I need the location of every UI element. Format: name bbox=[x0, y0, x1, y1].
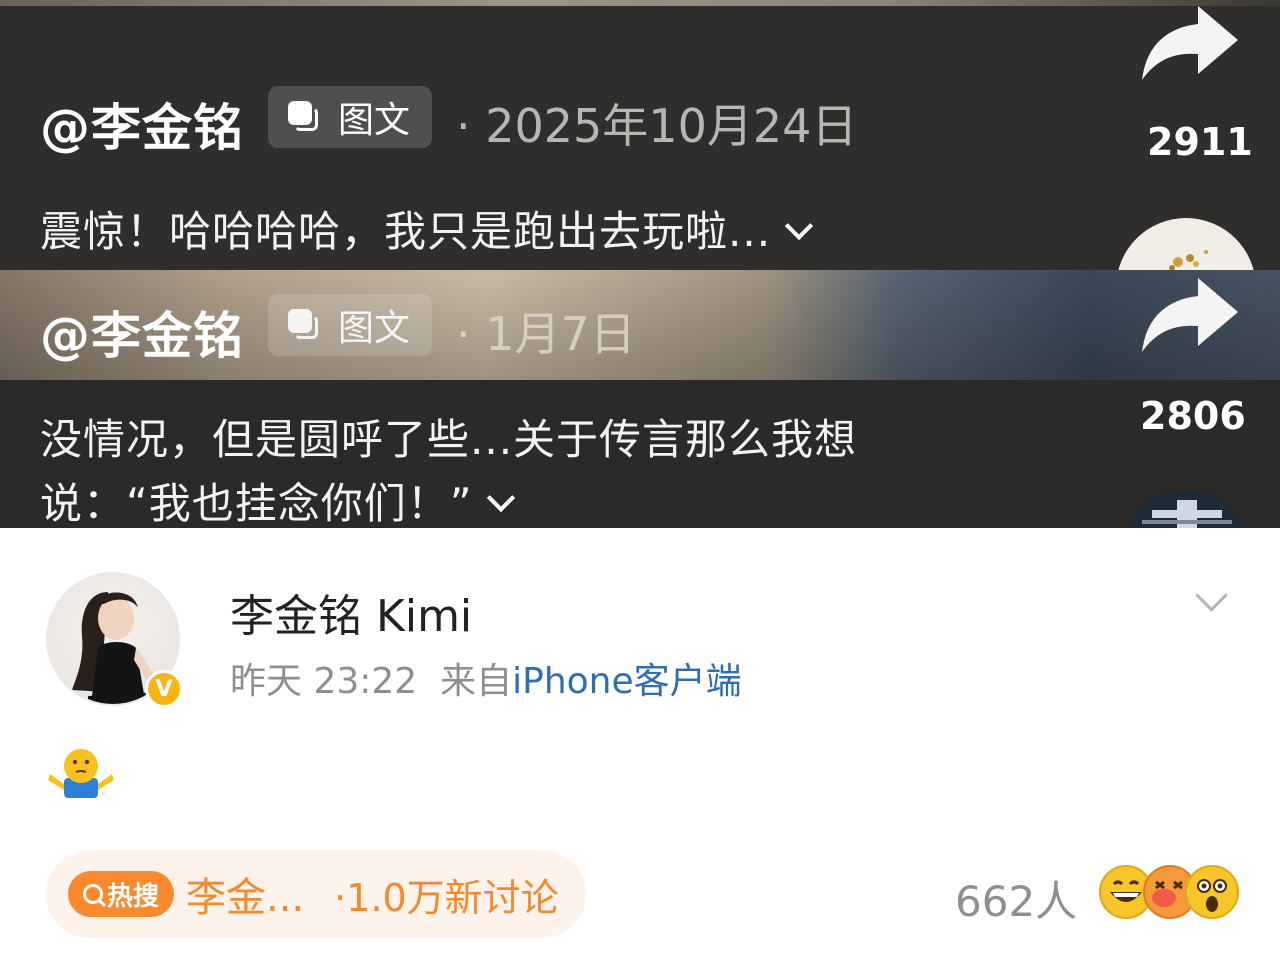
card2-caption-line2[interactable]: 说：“我也挂念你们！” bbox=[40, 470, 515, 528]
post-source-client: iPhone客户端 bbox=[512, 661, 742, 702]
hot-search-topic: 李金... bbox=[186, 875, 305, 921]
card1-type-tag: 图文 bbox=[268, 86, 433, 148]
share-icon[interactable] bbox=[1140, 4, 1240, 82]
card2-type-tag: 图文 bbox=[268, 294, 433, 356]
card1-caption[interactable]: 震惊！哈哈哈哈，我只是跑出去玩啦... bbox=[40, 198, 814, 259]
card2-share-count: 2806 bbox=[1140, 394, 1246, 438]
hot-search-badge: 热搜 bbox=[68, 871, 174, 917]
shrug-emoji-icon bbox=[48, 749, 114, 798]
building-icon bbox=[1142, 500, 1232, 528]
card2-author-handle[interactable]: @李金铭 bbox=[40, 296, 244, 368]
card1-caption-text: 震惊！哈哈哈哈，我只是跑出去玩啦... bbox=[40, 207, 772, 256]
card2-caption-line1[interactable]: 没情况，但是圆呼了些...关于传言那么我想 bbox=[40, 406, 857, 467]
hot-search-badge-label: 热搜 bbox=[106, 881, 159, 912]
card1-author-handle[interactable]: @李金铭 bbox=[40, 88, 244, 160]
card1-share-count: 2911 bbox=[1147, 120, 1253, 164]
video-card-2[interactable]: @李金铭 图文 · 1月7日 没情况，但是圆呼了些...关于传言那么我想 说：“… bbox=[0, 270, 1280, 528]
chevron-down-icon[interactable] bbox=[1195, 579, 1228, 612]
video-card-1[interactable]: @李金铭 图文 · 2025年10月24日 震惊！哈哈哈哈，我只是跑出去玩啦..… bbox=[0, 0, 1280, 358]
gallery-icon bbox=[288, 101, 320, 133]
card2-date: · 1月7日 bbox=[456, 307, 636, 361]
author-name[interactable]: 李金铭 Kimi bbox=[230, 580, 472, 644]
shock-emoji-icon bbox=[1185, 865, 1239, 919]
card1-date: · 2025年10月24日 bbox=[456, 99, 858, 153]
screen: @李金铭 图文 · 2025年10月24日 震惊！哈哈哈哈，我只是跑出去玩啦..… bbox=[0, 0, 1280, 966]
post-time: 昨天 23:22 bbox=[230, 661, 418, 702]
post-source-prefix: 来自 bbox=[440, 661, 513, 702]
verified-badge: V bbox=[145, 670, 183, 708]
expand-chevron-icon[interactable] bbox=[784, 211, 814, 241]
gallery-icon bbox=[288, 309, 320, 341]
post-meta: 昨天 23:22 来自iPhone客户端 bbox=[230, 652, 742, 704]
video-thumbnail-strip bbox=[0, 0, 1280, 6]
card1-tag-label: 图文 bbox=[338, 100, 411, 141]
hot-search-pill[interactable]: 热搜 李金... ·1.0万新讨论 bbox=[46, 850, 586, 938]
reaction-count[interactable]: 662人 bbox=[955, 868, 1077, 929]
reaction-emojis[interactable] bbox=[1098, 864, 1239, 920]
card2-creator-avatar[interactable] bbox=[1122, 490, 1252, 528]
share-icon[interactable] bbox=[1140, 276, 1240, 354]
hot-search-discussion: ·1.0万新讨论 bbox=[334, 875, 559, 920]
card2-caption-text: 说：“我也挂念你们！” bbox=[40, 479, 473, 528]
expand-chevron-icon[interactable] bbox=[486, 483, 515, 513]
card2-tag-label: 图文 bbox=[338, 308, 411, 349]
search-icon bbox=[82, 884, 103, 904]
